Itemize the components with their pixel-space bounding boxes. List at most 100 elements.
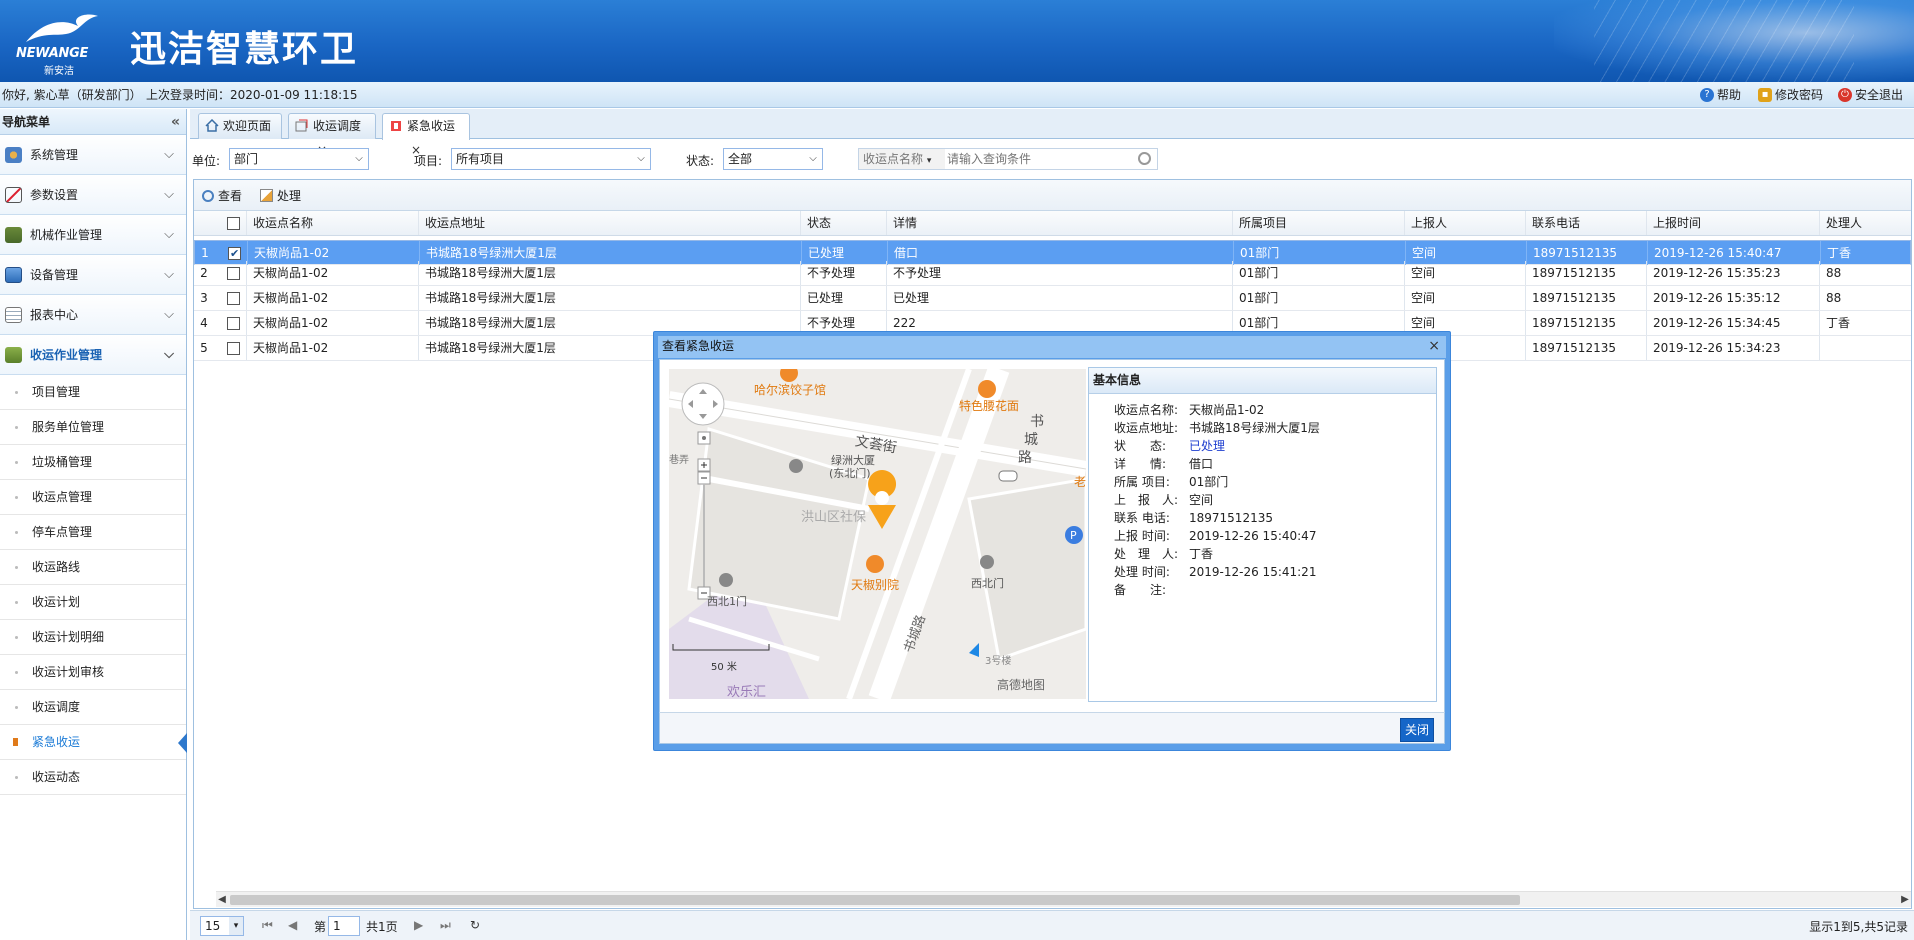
info-field: 上 报 人: 空间 <box>1089 490 1438 510</box>
menu-group-collection[interactable]: 收运作业管理 ⌵ <box>0 335 186 375</box>
search-input[interactable] <box>947 149 1127 169</box>
row-checkbox[interactable] <box>227 342 240 355</box>
tab-emergency[interactable]: 紧急收运× <box>382 113 470 157</box>
refresh-icon[interactable]: ↻ <box>470 918 480 932</box>
sidebar-item-collection-point[interactable]: 收运点管理 <box>0 480 186 515</box>
table-cell: 空间 <box>1404 261 1525 285</box>
info-field-value: 01部门 <box>1189 475 1229 489</box>
page-number-input[interactable]: 1 <box>328 916 360 936</box>
table-cell: 天椒尚品1-02 <box>246 336 418 360</box>
help-link[interactable]: ? 帮助 <box>1700 82 1741 108</box>
chevron-down-icon: ⌵ <box>164 187 174 202</box>
collapse-sidebar-icon[interactable]: « <box>171 109 180 135</box>
map-label: 西北门 <box>971 577 1004 590</box>
col-header[interactable]: 所属项目 <box>1232 211 1404 235</box>
scroll-right-icon[interactable]: ▶ <box>1899 892 1911 908</box>
info-field-value: 丁香 <box>1189 547 1214 561</box>
sidebar-item-dynamics[interactable]: 收运动态 <box>0 760 186 795</box>
col-header[interactable]: 状态 <box>800 211 886 235</box>
info-field: 处理 时间: 2019-12-26 15:41:21 <box>1089 562 1438 582</box>
horizontal-scrollbar[interactable]: ◀ ▶ <box>216 891 1911 907</box>
next-page-icon[interactable]: ▶ <box>414 918 423 932</box>
scroll-thumb[interactable] <box>230 895 1520 905</box>
table-row[interactable]: 3 天椒尚品1-02 书城路18号绿洲大厦1层 已处理 已处理 01部门 空间 1897151… <box>194 286 1911 311</box>
tab-welcome[interactable]: 欢迎页面 <box>198 113 282 139</box>
truck-icon <box>5 227 22 243</box>
project-select[interactable]: 所有项目 ⌵ <box>451 148 651 170</box>
info-field: 收运点名称: 天椒尚品1-02 <box>1089 400 1438 420</box>
table-cell: 丁香 <box>1819 311 1911 335</box>
search-category-select[interactable]: 收运点名称 ▾ <box>859 149 945 169</box>
menu-group-device[interactable]: 设备管理 ⌵ <box>0 255 186 295</box>
dialog-footer: 关闭 <box>659 712 1445 744</box>
info-field-value: 2019-12-26 15:40:47 <box>1189 529 1317 543</box>
scroll-left-icon[interactable]: ◀ <box>216 892 228 908</box>
col-header[interactable]: 收运点名称 <box>246 211 418 235</box>
table-cell: 01部门 <box>1232 286 1404 310</box>
search-icon[interactable] <box>1138 152 1151 165</box>
logo-subtext: 新安洁 <box>44 66 74 77</box>
info-field: 上报 时间: 2019-12-26 15:40:47 <box>1089 526 1438 546</box>
sidebar-item-plan-review[interactable]: 收运计划审核 <box>0 655 186 690</box>
dialog-body: P 哈尔滨饺子馆 特色腰花面 文荟街 书 城 路 绿洲大厦 (东北门) 洪山区社… <box>659 359 1445 717</box>
sidebar-item-plan-detail[interactable]: 收运计划明细 <box>0 620 186 655</box>
menu-group-params[interactable]: 参数设置 ⌵ <box>0 175 186 215</box>
menu-group-machine[interactable]: 机械作业管理 ⌵ <box>0 215 186 255</box>
sidebar-item-parking[interactable]: 停车点管理 <box>0 515 186 550</box>
table-cell: 18971512135 <box>1525 336 1646 360</box>
location-map[interactable]: P 哈尔滨饺子馆 特色腰花面 文荟街 书 城 路 绿洲大厦 (东北门) 洪山区社… <box>669 369 1086 699</box>
info-panel-title: 基本信息 <box>1089 368 1436 394</box>
map-canvas: P <box>669 369 1086 699</box>
process-button[interactable]: 处理 <box>260 187 301 204</box>
close-button[interactable]: 关闭 <box>1400 718 1434 742</box>
table-cell <box>1819 336 1911 360</box>
table-cell: 书城路18号绿洲大厦1层 <box>418 286 800 310</box>
sidebar-item-emergency[interactable]: 紧急收运 <box>0 725 187 760</box>
select-all-checkbox[interactable] <box>227 217 240 230</box>
tab-dispatch[interactable]: 收运调度× <box>288 113 376 157</box>
map-label: 老 <box>1074 475 1086 489</box>
sidebar-item-route[interactable]: 收运路线 <box>0 550 186 585</box>
menu-group-system[interactable]: 系统管理 ⌵ <box>0 135 186 175</box>
menu-group-reports[interactable]: 报表中心 ⌵ <box>0 295 186 335</box>
sidebar: 导航菜单 « 系统管理 ⌵ 参数设置 ⌵ 机械作业管理 ⌵ 设备管理 ⌵ 报表中心 ⌵ 收… <box>0 109 187 940</box>
row-checkbox[interactable] <box>227 292 240 305</box>
row-checkbox[interactable] <box>228 242 241 266</box>
record-info: 显示1到5,共5记录 <box>1809 920 1908 934</box>
table-row[interactable]: 2 天椒尚品1-02 书城路18号绿洲大厦1层 不予处理 不予处理 01部门 空间 18971… <box>194 261 1911 286</box>
sidebar-item-bins[interactable]: 垃圾桶管理 <box>0 445 186 480</box>
map-label: 路 <box>1018 450 1032 466</box>
col-header[interactable]: 处理人 <box>1819 211 1911 235</box>
svg-text:P: P <box>1070 529 1077 542</box>
sidebar-item-dispatch[interactable]: 收运调度 <box>0 690 186 725</box>
row-checkbox[interactable] <box>227 267 240 280</box>
table-cell: 已处理 <box>800 286 886 310</box>
sidebar-header: 导航菜单 « <box>0 109 186 135</box>
col-header[interactable]: 上报时间 <box>1646 211 1819 235</box>
prev-page-icon[interactable]: ◀ <box>288 918 297 932</box>
row-number: 2 <box>200 266 208 280</box>
close-icon[interactable]: × <box>1428 336 1440 356</box>
col-header[interactable]: 收运点地址 <box>418 211 800 235</box>
status-select[interactable]: 全部 ⌵ <box>723 148 823 170</box>
col-header[interactable]: 详情 <box>886 211 1232 235</box>
map-label: 洪山区社保 <box>801 510 867 525</box>
first-page-icon[interactable]: ⏮ <box>262 918 273 933</box>
change-password-link[interactable]: ▪ 修改密码 <box>1758 82 1823 108</box>
logout-link[interactable]: ⏻ 安全退出 <box>1838 82 1903 108</box>
table-cell: 不予处理 <box>886 261 1232 285</box>
basic-info-panel: 基本信息 收运点名称: 天椒尚品1-02 收运点地址: 书城路18号绿洲大厦1层状 态… <box>1088 367 1437 702</box>
table-cell: 18971512135 <box>1525 286 1646 310</box>
sidebar-item-service-unit[interactable]: 服务单位管理 <box>0 410 186 445</box>
map-provider-label: 高德地图 <box>997 678 1046 692</box>
sidebar-item-plan[interactable]: 收运计划 <box>0 585 186 620</box>
garbage-truck-icon <box>5 347 22 363</box>
col-header[interactable]: 上报人 <box>1404 211 1525 235</box>
view-button[interactable]: 查看 <box>202 187 242 204</box>
page-size-select[interactable]: 15 ▾ <box>200 916 244 936</box>
unit-select[interactable]: 部门 ⌵ <box>229 148 369 170</box>
sidebar-item-project[interactable]: 项目管理 <box>0 375 186 410</box>
col-header[interactable]: 联系电话 <box>1525 211 1646 235</box>
last-page-icon[interactable]: ⏭ <box>440 918 451 933</box>
row-checkbox[interactable] <box>227 317 240 330</box>
